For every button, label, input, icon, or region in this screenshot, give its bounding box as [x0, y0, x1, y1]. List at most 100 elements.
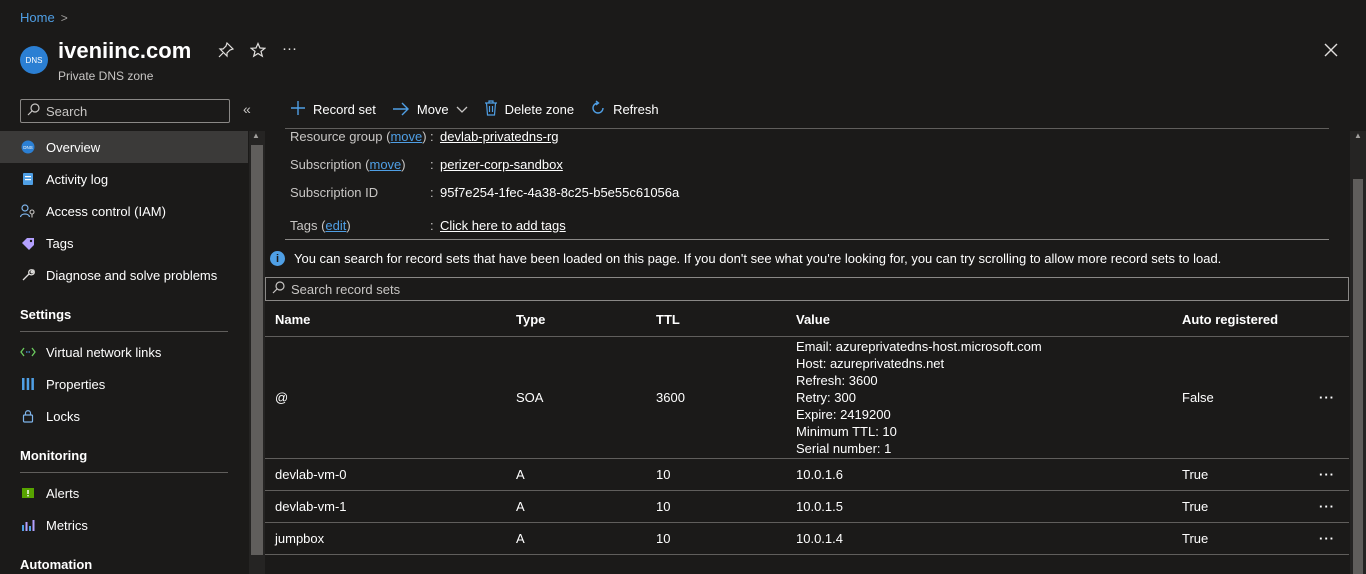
scroll-up-icon[interactable]: ▲	[1354, 131, 1362, 140]
metrics-icon	[20, 517, 36, 533]
activity-log-icon	[20, 171, 36, 187]
section-heading-automation: Automation	[20, 556, 93, 572]
record-ttl: 10	[646, 490, 786, 523]
chevron-down-icon	[456, 102, 468, 117]
column-header-auto-registered[interactable]: Auto registered	[1172, 303, 1292, 337]
svg-text:DNS: DNS	[23, 145, 33, 150]
table-row[interactable]: devlab-vm-1 A 10 10.0.1.5 True ···	[265, 490, 1349, 523]
table-row[interactable]: devlab-vm-0 A 10 10.0.1.6 True ···	[265, 458, 1349, 491]
add-record-set-label: Record set	[313, 102, 376, 117]
record-set-search-input[interactable]	[291, 281, 1191, 297]
record-name: devlab-vm-1	[265, 490, 506, 523]
delete-zone-button[interactable]: Delete zone	[484, 100, 574, 119]
pin-icon[interactable]	[218, 41, 235, 62]
divider	[20, 331, 228, 332]
move-subscription-link[interactable]: move	[370, 157, 402, 172]
row-more-options-icon[interactable]: ···	[1292, 490, 1349, 523]
row-more-options-icon[interactable]: ···	[1292, 336, 1349, 459]
table-row[interactable]: jumpbox A 10 10.0.1.4 True ···	[265, 522, 1349, 555]
delete-zone-label: Delete zone	[504, 102, 575, 117]
move-resource-group-link[interactable]: move	[390, 129, 422, 144]
edit-tags-link[interactable]: edit	[325, 218, 346, 233]
arrow-right-icon	[392, 101, 410, 119]
sidebar-item-virtual-network-links[interactable]: Virtual network links	[0, 336, 248, 368]
subscription-id-value: 95f7e254-1fec-4a38-8c25-b5e55c61056a	[440, 185, 680, 200]
star-icon[interactable]	[249, 42, 267, 62]
close-icon[interactable]	[1324, 40, 1338, 63]
move-button[interactable]: Move	[392, 101, 468, 119]
subscription-label: Subscription (move)	[290, 157, 406, 172]
sidebar-item-label: Activity log	[46, 171, 109, 187]
info-banner: i You can search for record sets that ha…	[270, 251, 1221, 266]
sidebar-search-input[interactable]	[46, 103, 216, 119]
record-value-line: Retry: 300	[796, 389, 856, 405]
record-set-search[interactable]	[265, 277, 1349, 301]
sidebar-item-alerts[interactable]: Alerts	[0, 477, 248, 509]
sidebar-item-label: Access control (IAM)	[46, 203, 166, 219]
record-type: A	[506, 490, 646, 523]
resource-group-link[interactable]: devlab-privatedns-rg	[440, 129, 559, 144]
tags-label: Tags (edit)	[290, 218, 351, 233]
add-tags-link[interactable]: Click here to add tags	[440, 218, 566, 233]
sidebar-item-tags[interactable]: Tags	[0, 227, 248, 259]
row-more-options-icon[interactable]: ···	[1292, 458, 1349, 491]
divider	[285, 239, 1329, 240]
collapse-sidebar-icon[interactable]: «	[243, 101, 251, 117]
record-value: 10.0.1.6	[786, 458, 1172, 491]
dns-icon: DNS	[20, 139, 36, 155]
subscription-link[interactable]: perizer-corp-sandbox	[440, 157, 563, 172]
record-auto-registered: False	[1172, 336, 1292, 459]
sidebar-item-label: Overview	[46, 139, 101, 155]
sidebar-scrollbar[interactable]: ▲	[249, 131, 265, 574]
column-header-type[interactable]: Type	[506, 303, 646, 337]
table-row[interactable]: @ SOA 3600 Email: azureprivatedns-host.m…	[265, 336, 1349, 459]
column-header-ttl[interactable]: TTL	[646, 303, 786, 337]
column-header-name[interactable]: Name	[265, 303, 506, 337]
record-name: jumpbox	[265, 522, 506, 555]
info-message: You can search for record sets that have…	[294, 251, 1222, 266]
breadcrumb-home-link[interactable]: Home	[20, 10, 55, 25]
refresh-button[interactable]: Refresh	[590, 100, 659, 119]
section-heading-settings: Settings	[20, 306, 72, 322]
sidebar-search[interactable]	[20, 99, 230, 123]
search-icon	[27, 103, 40, 119]
chevron-right-icon: >	[60, 10, 68, 25]
record-ttl: 3600	[646, 336, 786, 459]
breadcrumb: Home >	[20, 10, 68, 25]
divider	[20, 472, 228, 473]
record-type: A	[506, 522, 646, 555]
sidebar-item-locks[interactable]: Locks	[0, 400, 248, 432]
record-auto-registered: True	[1172, 458, 1292, 491]
record-auto-registered: True	[1172, 522, 1292, 555]
portal-page: Home > DNS iveniinc.com Private DNS zone…	[0, 0, 1366, 574]
scroll-up-icon[interactable]: ▲	[252, 131, 260, 140]
record-ttl: 10	[646, 458, 786, 491]
sidebar-item-activity-log[interactable]: Activity log	[0, 163, 248, 195]
record-value-line: Minimum TTL: 10	[796, 423, 897, 439]
sidebar-item-iam[interactable]: Access control (IAM)	[0, 195, 248, 227]
record-value-line: Email: azureprivatedns-host.microsoft.co…	[796, 338, 1042, 354]
sidebar-item-properties[interactable]: Properties	[0, 368, 248, 400]
column-header-value[interactable]: Value	[786, 303, 1172, 337]
main-scrollbar[interactable]: ▲	[1350, 131, 1366, 574]
sidebar-item-label: Diagnose and solve problems	[46, 267, 218, 283]
sidebar-item-label: Alerts	[46, 485, 80, 501]
link-icon	[20, 344, 36, 360]
section-heading-monitoring: Monitoring	[20, 447, 88, 463]
trash-icon	[484, 100, 498, 119]
table-header-row: Name Type TTL Value Auto registered	[265, 303, 1349, 337]
record-value: Email: azureprivatedns-host.microsoft.co…	[786, 336, 1172, 459]
sidebar-item-label: Locks	[46, 408, 80, 424]
add-record-set-button[interactable]: Record set	[290, 100, 376, 119]
record-value: 10.0.1.4	[786, 522, 1172, 555]
record-value-line: Expire: 2419200	[796, 406, 891, 422]
sidebar-item-diagnose[interactable]: Diagnose and solve problems	[0, 259, 248, 291]
sidebar-item-metrics[interactable]: Metrics	[0, 509, 248, 541]
more-options-icon[interactable]: ···	[282, 40, 297, 57]
plus-icon	[290, 100, 306, 119]
row-more-options-icon[interactable]: ···	[1292, 522, 1349, 555]
refresh-icon	[590, 100, 606, 119]
sidebar-scrollbar-thumb[interactable]	[251, 145, 263, 555]
sidebar-item-overview[interactable]: DNS Overview	[0, 131, 248, 163]
main-scrollbar-thumb[interactable]	[1353, 179, 1363, 574]
